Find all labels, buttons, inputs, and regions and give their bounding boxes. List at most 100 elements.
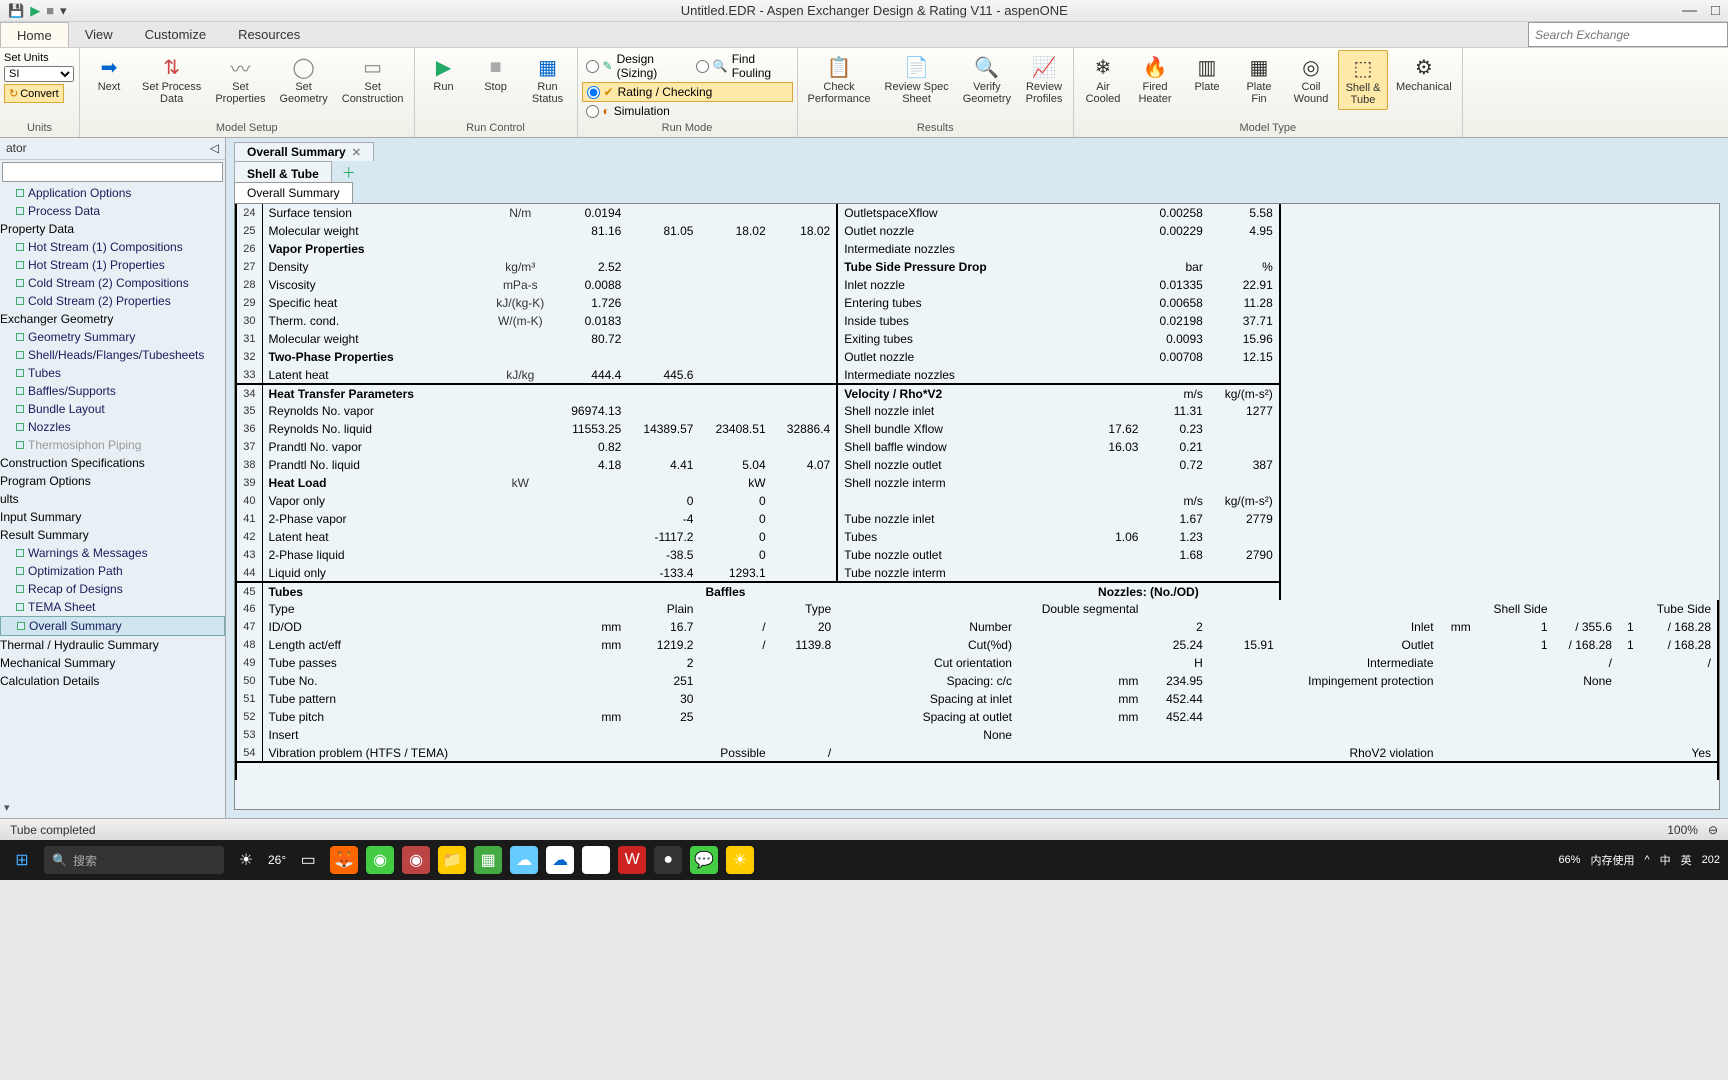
nav-footer[interactable]: ▾ xyxy=(4,801,10,814)
nav-item[interactable]: Hot Stream (1) Compositions xyxy=(0,238,225,256)
nav-item[interactable]: Exchanger Geometry xyxy=(0,310,225,328)
cell xyxy=(699,726,771,744)
taskbar-search[interactable]: 🔍搜索 xyxy=(44,846,224,874)
tab-home[interactable]: Home xyxy=(0,22,69,47)
maximize-button[interactable]: □ xyxy=(1711,2,1720,19)
shell-tube-button[interactable]: ⬚Shell & Tube xyxy=(1338,50,1388,110)
app-icon-7[interactable]: ☁ xyxy=(546,846,574,874)
search-input[interactable] xyxy=(1528,22,1728,47)
nav-item[interactable]: Hot Stream (1) Properties xyxy=(0,256,225,274)
set-process-data-button[interactable]: ⇅Set Process Data xyxy=(136,50,207,108)
platefin-button[interactable]: ▦Plate Fin xyxy=(1234,50,1284,108)
run-button[interactable]: ▶Run xyxy=(419,50,469,96)
nav-item[interactable]: ults xyxy=(0,490,225,508)
review-profiles-button[interactable]: 📈Review Profiles xyxy=(1019,50,1069,108)
stop-icon[interactable]: ■ xyxy=(46,3,54,18)
cell xyxy=(1209,726,1280,744)
nav-item[interactable]: Thermosiphon Piping xyxy=(0,436,225,454)
coil-button[interactable]: ◎Coil Wound xyxy=(1286,50,1336,108)
nav-item[interactable]: Program Options xyxy=(0,472,225,490)
close-icon[interactable]: ✕ xyxy=(352,146,361,159)
app-icon-9[interactable]: W xyxy=(618,846,646,874)
cell xyxy=(485,708,555,726)
cell xyxy=(1209,690,1280,708)
air-cooled-button[interactable]: ❄Air Cooled xyxy=(1078,50,1128,108)
app-icon-12[interactable]: ☀ xyxy=(726,846,754,874)
nav-item[interactable]: Thermal / Hydraulic Summary xyxy=(0,636,225,654)
start-icon[interactable]: ⊞ xyxy=(8,846,36,874)
app-icon-3[interactable]: ◉ xyxy=(402,846,430,874)
lang-1[interactable]: 中 xyxy=(1660,852,1671,868)
fouling-mode[interactable]: 🔍Find Fouling xyxy=(692,50,793,82)
fired-heater-button[interactable]: 🔥Fired Heater xyxy=(1130,50,1180,108)
nav-item[interactable]: Optimization Path xyxy=(0,562,225,580)
task-view-icon[interactable]: ▭ xyxy=(294,846,322,874)
app-icon-6[interactable]: ☁ xyxy=(510,846,538,874)
nav-item[interactable]: Overall Summary xyxy=(0,616,225,636)
nav-item[interactable]: Result Summary xyxy=(0,526,225,544)
app-icon-2[interactable]: ◉ xyxy=(366,846,394,874)
next-button[interactable]: ➡Next xyxy=(84,50,134,96)
app-icon-8[interactable]: ◯ xyxy=(582,846,610,874)
cell xyxy=(772,528,838,546)
nav-item[interactable]: Geometry Summary xyxy=(0,328,225,346)
nav-item[interactable]: Cold Stream (2) Compositions xyxy=(0,274,225,292)
app-icon-5[interactable]: ▦ xyxy=(474,846,502,874)
weather-icon[interactable]: ☀ xyxy=(232,846,260,874)
nav-item[interactable]: Warnings & Messages xyxy=(0,544,225,562)
units-select[interactable]: SI xyxy=(4,66,74,82)
tab-view[interactable]: View xyxy=(69,22,129,47)
cell xyxy=(1018,294,1144,312)
nav-item[interactable]: Cold Stream (2) Properties xyxy=(0,292,225,310)
app-icon-1[interactable]: 🦊 xyxy=(330,846,358,874)
nav-collapse-icon[interactable]: ◁ xyxy=(210,141,219,156)
app-icon-11[interactable]: 💬 xyxy=(690,846,718,874)
simulation-mode[interactable]: ◐Simulation xyxy=(582,102,793,120)
nav-item[interactable]: TEMA Sheet xyxy=(0,598,225,616)
lang-2[interactable]: 英 xyxy=(1681,852,1692,868)
save-icon[interactable]: 💾 xyxy=(8,3,24,19)
set-properties-button[interactable]: 〰Set Properties xyxy=(209,50,271,108)
cell: 0 xyxy=(627,492,699,510)
nav-item[interactable]: Tubes xyxy=(0,364,225,382)
cell: 14389.57 xyxy=(627,420,699,438)
nav-item[interactable]: Calculation Details xyxy=(0,672,225,690)
nav-item[interactable]: Input Summary xyxy=(0,508,225,526)
nav-item[interactable]: Recap of Designs xyxy=(0,580,225,598)
mechanical-button[interactable]: ⚙Mechanical xyxy=(1390,50,1458,96)
convert-button[interactable]: ↻Convert xyxy=(4,84,64,103)
nav-item[interactable]: Baffles/Supports xyxy=(0,382,225,400)
tab-customize[interactable]: Customize xyxy=(129,22,222,47)
nav-dropdown[interactable] xyxy=(2,162,223,182)
nav-item[interactable]: Property Data xyxy=(0,220,225,238)
design-mode[interactable]: ✎Design (Sizing) xyxy=(582,50,692,82)
tab-resources[interactable]: Resources xyxy=(222,22,316,47)
nav-item[interactable]: Bundle Layout xyxy=(0,400,225,418)
check-performance-button[interactable]: 📋Check Performance xyxy=(802,50,877,108)
run-status-button[interactable]: ▦Run Status xyxy=(523,50,573,108)
tab-overall-summary[interactable]: Overall Summary✕ xyxy=(234,142,374,161)
tray-up-icon[interactable]: ^ xyxy=(1644,854,1649,866)
nav-item[interactable]: Construction Specifications xyxy=(0,454,225,472)
zoom-out-icon[interactable]: ⊖ xyxy=(1708,823,1718,837)
minimize-button[interactable]: — xyxy=(1682,2,1697,19)
app-icon-4[interactable]: 📁 xyxy=(438,846,466,874)
subtab-overall-summary[interactable]: Overall Summary xyxy=(234,182,353,203)
review-spec-button[interactable]: 📄Review Spec Sheet xyxy=(879,50,955,108)
rating-mode[interactable]: ✔Rating / Checking xyxy=(582,82,793,102)
verify-geometry-button[interactable]: 🔍Verify Geometry xyxy=(957,50,1017,108)
app-icon-10[interactable]: ● xyxy=(654,846,682,874)
nav-item[interactable]: Nozzles xyxy=(0,418,225,436)
nav-item[interactable]: Shell/Heads/Flanges/Tubesheets xyxy=(0,346,225,364)
nav-item[interactable]: Mechanical Summary xyxy=(0,654,225,672)
menu-bar: Home View Customize Resources xyxy=(0,22,1728,48)
set-construction-button[interactable]: ▭Set Construction xyxy=(336,50,410,108)
cell: / 355.6 xyxy=(1554,618,1618,636)
set-geometry-button[interactable]: ◯Set Geometry xyxy=(273,50,333,108)
stop-button[interactable]: ■Stop xyxy=(471,50,521,96)
plate-button[interactable]: ▥Plate xyxy=(1182,50,1232,96)
play-icon[interactable]: ▶ xyxy=(30,3,40,19)
nav-item[interactable]: Application Options xyxy=(0,184,225,202)
nav-item[interactable]: Process Data xyxy=(0,202,225,220)
cell: 2-Phase liquid xyxy=(262,546,485,564)
